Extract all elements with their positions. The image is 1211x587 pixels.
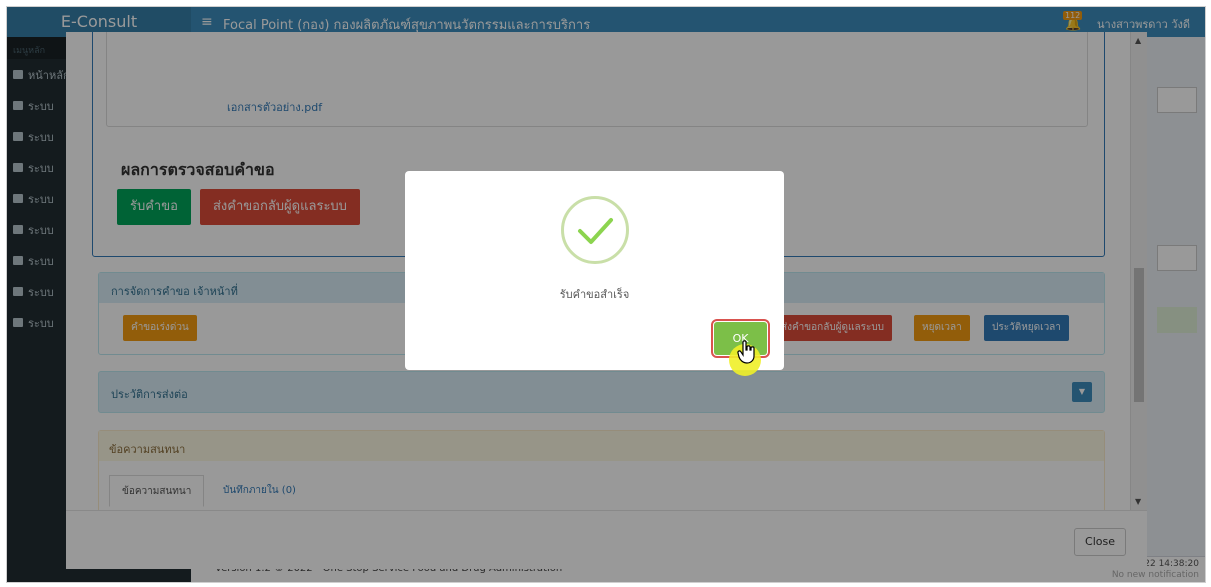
checkmark-icon [561,196,629,264]
alert-message: รับคำขอสำเร็จ [559,288,630,301]
hand-cursor-icon [737,340,757,367]
app-window: E-Consult ≡ Focal Point (กอง) กองผลิตภัณ… [6,6,1206,583]
success-alert: รับคำขอสำเร็จ OK [405,171,784,370]
